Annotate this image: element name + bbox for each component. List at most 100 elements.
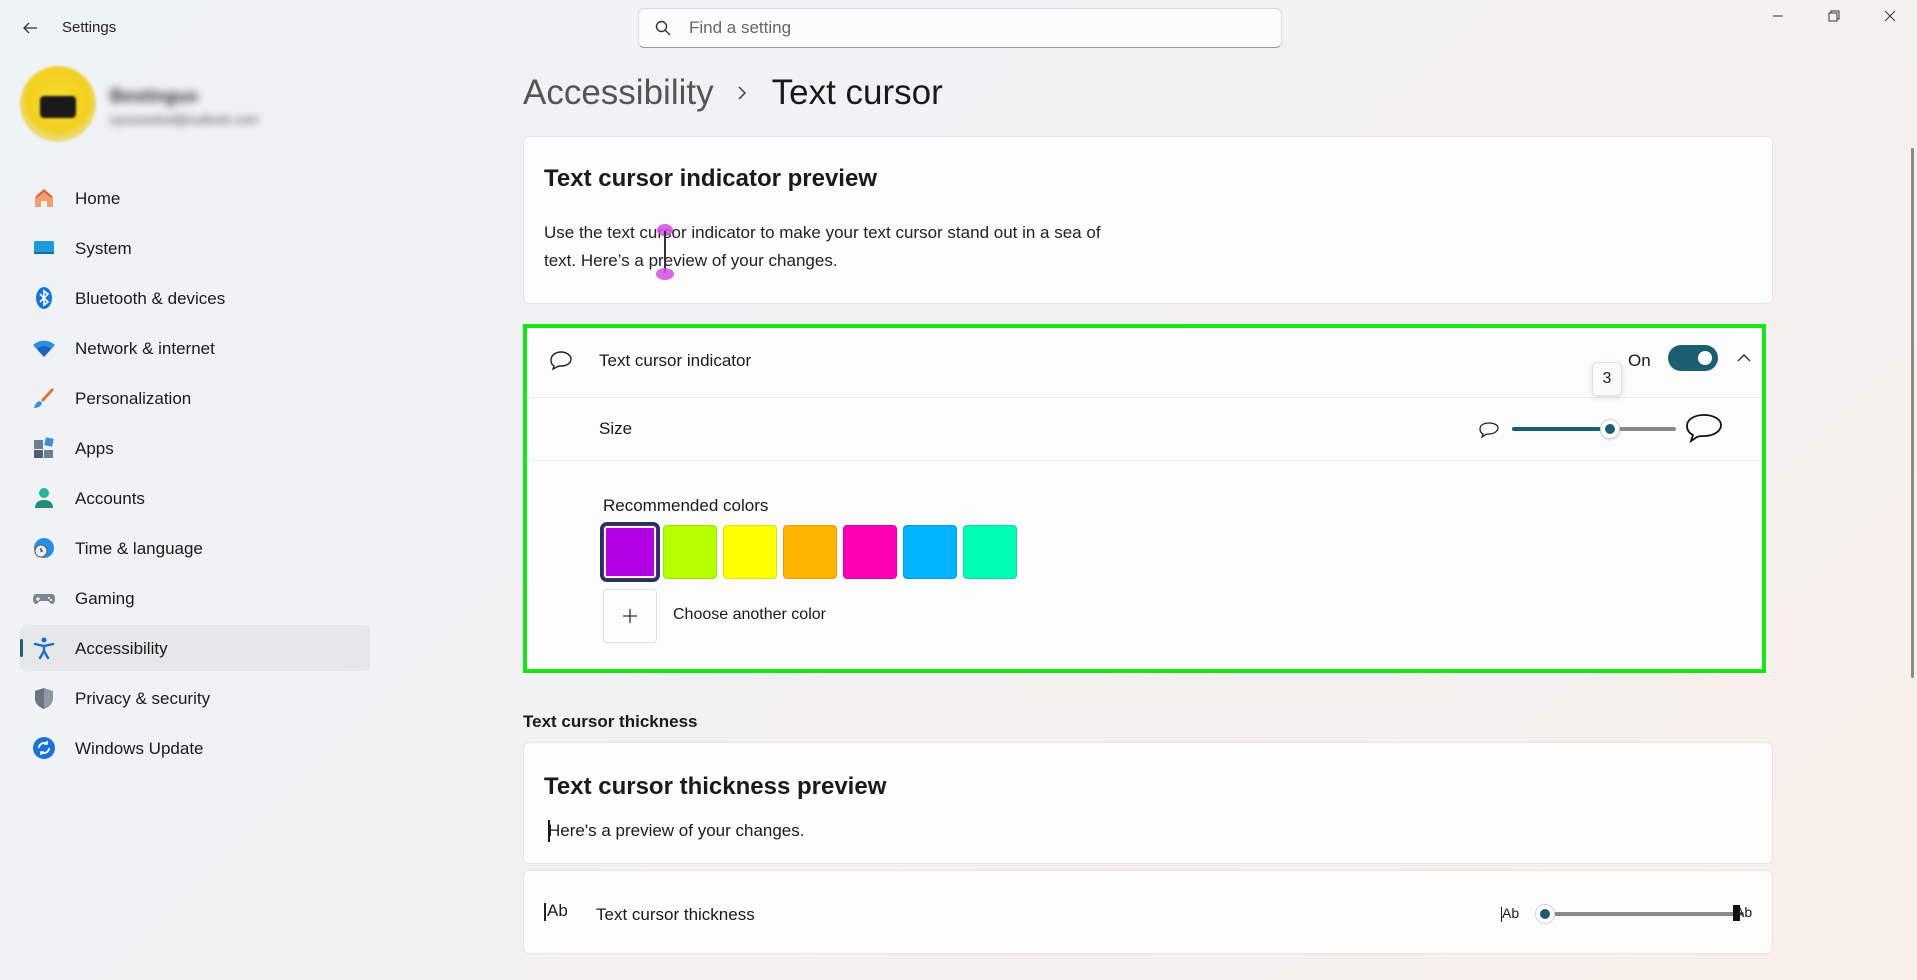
sidebar-item-network[interactable]: Network & internet [20,325,370,371]
size-label: Size [599,419,633,438]
globe-clock-icon [32,536,56,560]
system-icon [32,236,56,260]
text-cursor-indicator-expander: Text cursor indicator On 3 Size Recommen… [523,324,1766,673]
sidebar-item-apps[interactable]: Apps [20,425,370,471]
bluetooth-icon [32,286,56,310]
text-cursor-indicator-icon [656,224,674,280]
minimize-icon [1773,15,1783,17]
choose-another-color-label[interactable]: Choose another color [673,606,826,624]
sidebar-item-personalization[interactable]: Personalization [20,375,370,421]
chevron-up-icon [1737,354,1751,362]
brush-icon [32,386,56,410]
accounts-icon [32,486,56,510]
color-swatch[interactable] [963,525,1017,579]
size-row: Size [527,399,1762,461]
sidebar-item-accounts[interactable]: Accounts [20,475,370,521]
thickness-preview-text: Here's a preview of your changes. [548,821,805,840]
toggle-knob [1698,351,1712,365]
sidebar-item-system[interactable]: System [20,225,370,271]
user-profile[interactable]: Bestinguo sysoow4od@outlook.com [18,64,378,144]
search-icon [655,19,673,37]
large-indicator-icon [1686,414,1722,444]
sidebar-item-label: Accessibility [75,639,168,658]
wifi-icon [32,336,56,360]
profile-email: sysoow4od@outlook.com [110,112,259,127]
chevron-right-icon [736,86,750,100]
page-title: Text cursor [771,73,943,112]
collapse-button[interactable] [1734,348,1754,368]
sidebar-nav: Home System Bluetooth & devices Network … [20,175,370,775]
breadcrumb: Accessibility Text cursor [523,68,943,118]
apps-icon [32,436,56,460]
close-button[interactable] [1862,0,1917,32]
small-indicator-icon [1479,422,1499,438]
thin-cursor-icon: Ab [1501,905,1519,922]
color-swatches [603,525,1017,579]
sidebar-item-time-language[interactable]: Time & language [20,525,370,571]
sidebar-item-label: Gaming [75,589,135,608]
sidebar-item-label: Home [75,189,121,208]
sidebar-item-gaming[interactable]: Gaming [20,575,370,621]
text-cursor-indicator-row[interactable]: Text cursor indicator On 3 [527,328,1762,398]
thickness-slider[interactable] [1544,912,1744,916]
size-slider-thumb[interactable] [1600,419,1621,439]
sidebar-item-label: Apps [75,439,114,458]
sidebar-item-label: Privacy & security [75,689,211,708]
choose-another-color-button[interactable] [603,589,657,643]
sidebar-item-windows-update[interactable]: Windows Update [20,725,370,771]
restore-button[interactable] [1806,0,1862,32]
thickness-row: Ab Text cursor thickness Ab Ab [523,870,1773,954]
title-bar: Settings [0,0,1917,55]
thickness-icon: Ab [544,901,568,921]
back-button[interactable] [16,14,44,42]
preview-text: Use the text cursor indicator to make yo… [544,223,1101,270]
text-cursor-indicator-toggle[interactable] [1668,345,1718,371]
color-swatch[interactable] [603,525,657,579]
home-icon [32,186,56,210]
sidebar-item-label: Accounts [75,489,145,508]
color-swatch[interactable] [783,525,837,579]
breadcrumb-parent[interactable]: Accessibility [523,73,714,113]
sidebar-item-label: Windows Update [75,739,204,758]
size-slider-fill [1512,427,1611,431]
profile-name: Bestinguo [110,86,198,106]
sidebar-item-label: Network & internet [75,339,215,358]
shield-icon [32,686,56,710]
sidebar-item-accessibility[interactable]: Accessibility [20,625,370,671]
sidebar-item-home[interactable]: Home [20,175,370,221]
sidebar-item-label: Personalization [75,389,192,408]
size-slider[interactable] [1512,419,1676,439]
search-box[interactable] [638,8,1282,48]
text-cursor-indicator-label: Text cursor indicator [599,351,752,370]
selection-indicator [20,639,23,657]
color-swatch[interactable] [843,525,897,579]
thickness-preview-card: Text cursor thickness preview Here's a p… [523,742,1773,864]
color-swatch[interactable] [903,525,957,579]
sidebar-item-label: Bluetooth & devices [75,289,226,308]
thick-cursor-text: Ab [1735,904,1753,920]
sidebar-item-bluetooth[interactable]: Bluetooth & devices [20,275,370,321]
search-input[interactable] [689,18,1249,38]
avatar [20,66,96,142]
plus-icon [623,609,637,623]
thickness-icon-text: Ab [547,901,568,920]
thin-cursor-text: Ab [1502,905,1520,921]
indicator-preview-card: Text cursor indicator preview Use the te… [523,136,1773,304]
color-swatch[interactable] [663,525,717,579]
restore-icon [1828,10,1840,22]
thickness-slider-thumb[interactable] [1535,904,1555,924]
color-swatch[interactable] [723,525,777,579]
thick-cursor-icon: Ab [1733,904,1753,922]
sidebar-item-privacy[interactable]: Privacy & security [20,675,370,721]
preview-title: Text cursor indicator preview [544,165,877,192]
recommended-colors-label: Recommended colors [603,496,769,515]
thickness-label: Text cursor thickness [596,905,755,924]
back-arrow-icon [23,22,37,34]
settings-window: Settings Bestinguo sysoow4od@outlook.com [0,0,1917,980]
minimize-button[interactable] [1750,0,1806,32]
toggle-state-label: On [1628,351,1651,370]
sidebar-item-label: System [75,239,132,258]
accessibility-icon [32,636,56,660]
scrollbar[interactable] [1911,148,1914,678]
app-title: Settings [62,19,117,36]
